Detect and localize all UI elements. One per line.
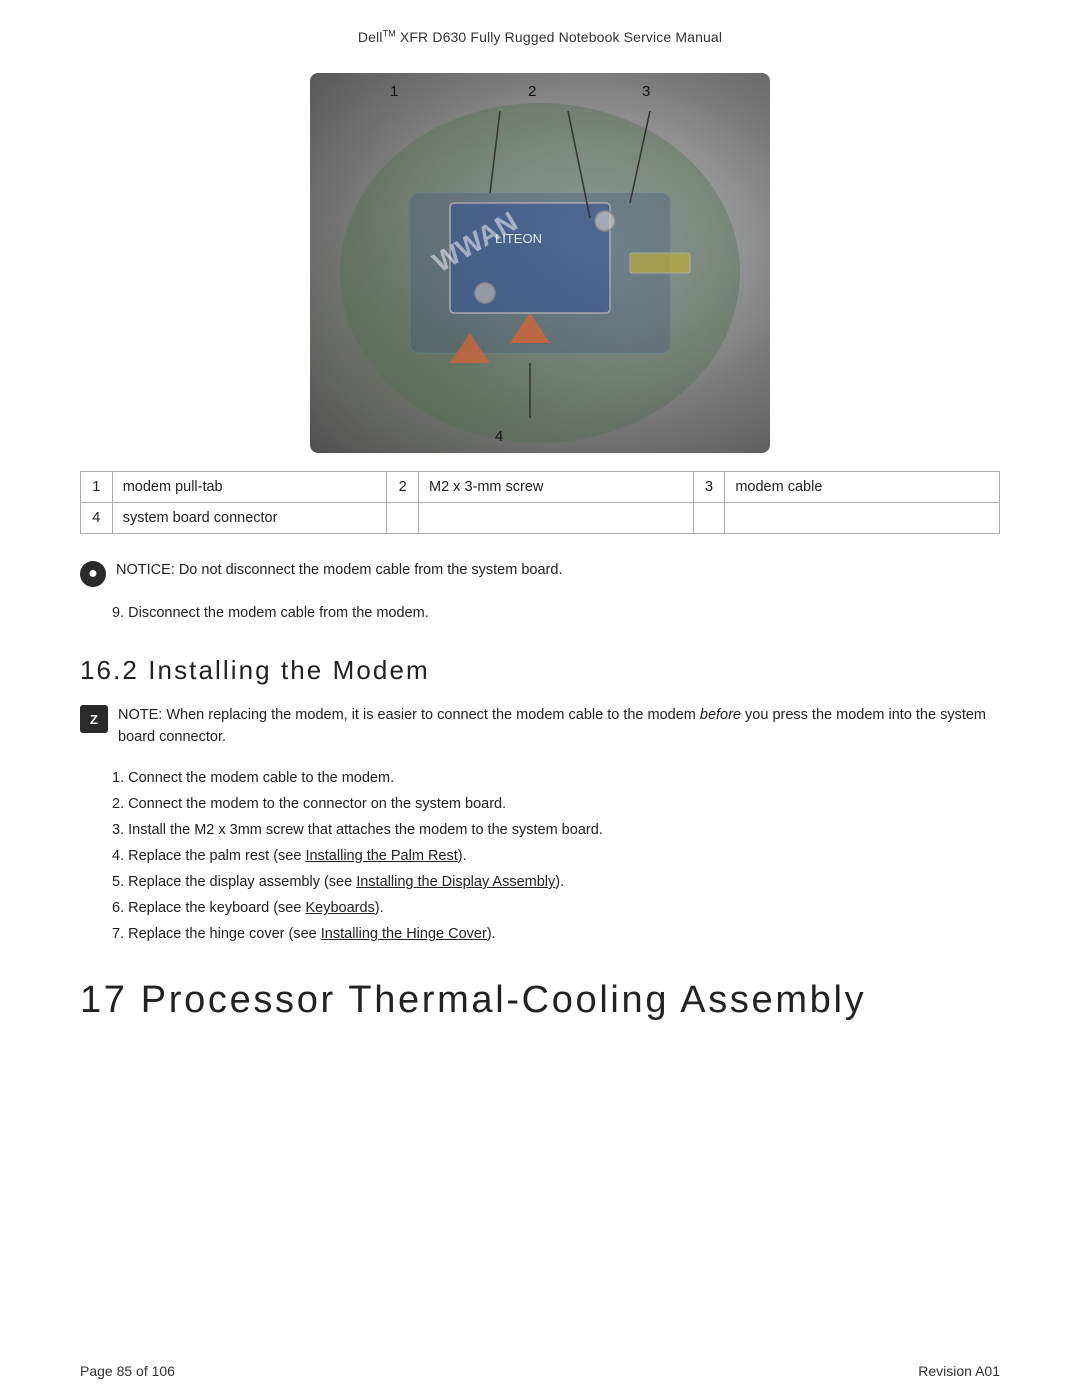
step-4: 4. Replace the palm rest (see Installing… [112, 843, 1000, 869]
table-empty-1 [387, 502, 419, 533]
table-num-4: 4 [81, 502, 113, 533]
label-2: 2 [528, 83, 536, 100]
label-1: 1 [390, 83, 398, 100]
page-footer: Page 85 of 106 Revision A01 [80, 1339, 1000, 1397]
table-empty-4 [725, 502, 1000, 533]
notice-icon: ● [80, 561, 106, 587]
note-icon: Z [80, 705, 108, 733]
table-num-2: 2 [387, 471, 419, 502]
section-162-heading: 16.2 Installing the Modem [80, 655, 1000, 686]
note-block: Z NOTE: When replacing the modem, it is … [80, 704, 1000, 749]
table-label-4: system board connector [112, 502, 387, 533]
diagram-svg: LITEON WWAN [310, 73, 770, 453]
circuit-board-image: LITEON WWAN [310, 73, 770, 453]
table-empty-3 [693, 502, 725, 533]
label-4: 4 [495, 428, 503, 445]
step-1: 1. Connect the modem cable to the modem. [112, 765, 1000, 791]
note-svg-icon: Z [83, 708, 105, 730]
diagram-container: LITEON WWAN [310, 73, 770, 453]
steps-162: 1. Connect the modem cable to the modem.… [112, 765, 1000, 948]
link-hinge[interactable]: Installing the Hinge Cover [321, 926, 487, 942]
step-3: 3. Install the M2 x 3mm screw that attac… [112, 817, 1000, 843]
link-palm-rest[interactable]: Installing the Palm Rest [305, 848, 457, 864]
label-3: 3 [642, 83, 650, 100]
page-header: DellTM XFR D630 Fully Rugged Notebook Se… [80, 0, 1000, 63]
step-5: 5. Replace the display assembly (see Ins… [112, 869, 1000, 895]
step-2: 2. Connect the modem to the connector on… [112, 791, 1000, 817]
table-row: 4 system board connector [81, 502, 1000, 533]
step-6: 6. Replace the keyboard (see Keyboards). [112, 895, 1000, 921]
table-empty-2 [419, 502, 694, 533]
footer-page: Page 85 of 106 [80, 1363, 175, 1379]
footer-revision: Revision A01 [918, 1363, 1000, 1379]
table-num-1: 1 [81, 471, 113, 502]
notice-text: NOTICE: Do not disconnect the modem cabl… [116, 560, 562, 582]
chapter-17-heading: 17 Processor Thermal-Cooling Assembly [80, 979, 1000, 1022]
table-label-2: M2 x 3-mm screw [419, 471, 694, 502]
step-9: 9. Disconnect the modem cable from the m… [112, 605, 1000, 621]
link-keyboard[interactable]: Keyboards [305, 900, 374, 916]
diagram-area: LITEON WWAN [80, 73, 1000, 453]
svg-text:Z: Z [90, 712, 98, 727]
note-text: NOTE: When replacing the modem, it is ea… [118, 704, 1000, 749]
parts-table: 1 modem pull-tab 2 M2 x 3-mm screw 3 mod… [80, 471, 1000, 534]
notice-block: ● NOTICE: Do not disconnect the modem ca… [80, 560, 1000, 587]
step-7: 7. Replace the hinge cover (see Installi… [112, 921, 1000, 947]
table-label-1: modem pull-tab [112, 471, 387, 502]
table-num-3: 3 [693, 471, 725, 502]
header-title: DellTM XFR D630 Fully Rugged Notebook Se… [358, 29, 722, 45]
link-display[interactable]: Installing the Display Assembly [356, 874, 555, 890]
table-row: 1 modem pull-tab 2 M2 x 3-mm screw 3 mod… [81, 471, 1000, 502]
table-label-3: modem cable [725, 471, 1000, 502]
